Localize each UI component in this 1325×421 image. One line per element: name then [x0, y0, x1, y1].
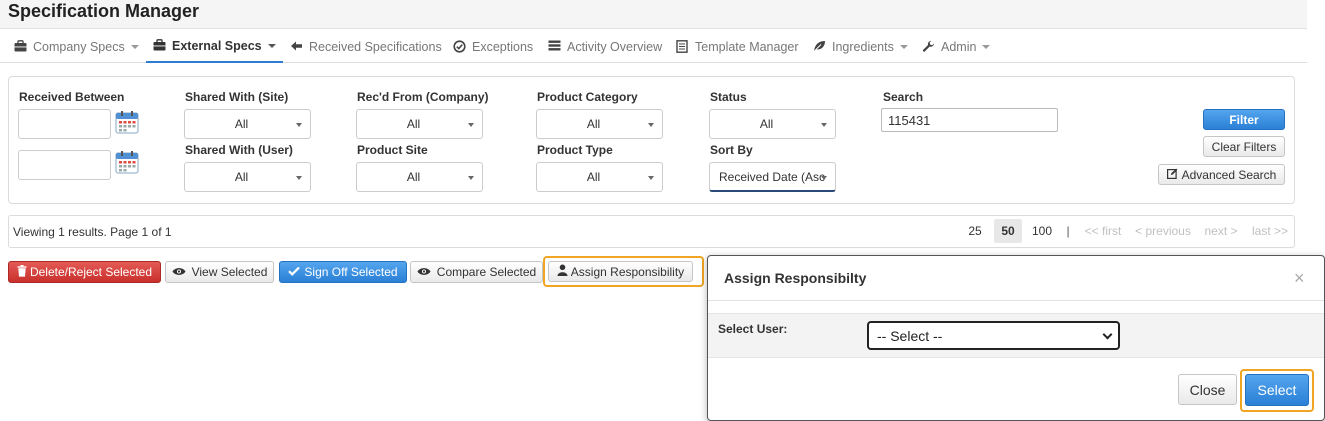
delete-reject-selected-button[interactable]: Delete/Reject Selected: [8, 261, 161, 283]
select-button[interactable]: Select: [1245, 374, 1309, 406]
search-input[interactable]: [881, 108, 1058, 132]
next-page-link[interactable]: next >: [1202, 219, 1240, 243]
briefcase-icon: [14, 40, 27, 53]
sign-off-selected-button[interactable]: Sign Off Selected: [279, 261, 407, 283]
view-label: View Selected: [191, 265, 268, 279]
checkmark-icon: [288, 265, 301, 279]
product-category-value: All: [586, 117, 601, 131]
date-to-input[interactable]: [18, 150, 111, 180]
nav-external-specs[interactable]: External Specs: [146, 30, 283, 63]
page-title: Specification Manager: [8, 1, 200, 21]
select-user-dropdown[interactable]: -- Select --: [867, 321, 1120, 350]
last-page-link[interactable]: last >>: [1249, 219, 1291, 243]
page-size-25[interactable]: 25: [962, 219, 988, 243]
results-summary: Viewing 1 results. Page 1 of 1: [13, 225, 172, 239]
product-type-select[interactable]: All: [536, 162, 663, 192]
close-button[interactable]: Close: [1178, 374, 1237, 405]
pager-separator: |: [1066, 224, 1070, 238]
user-icon: [557, 264, 568, 279]
nav-activity-overview[interactable]: Activity Overview: [548, 30, 662, 63]
shared-user-select[interactable]: All: [184, 162, 311, 192]
shared-site-value: All: [234, 117, 249, 131]
product-category-label: Product Category: [537, 90, 638, 104]
shared-user-value: All: [234, 170, 249, 184]
eye-icon: [172, 265, 186, 279]
chevron-down-icon: [267, 43, 276, 48]
nav-label: Received Specifications: [309, 39, 442, 54]
select-user-label: Select User:: [718, 322, 788, 336]
chevron-down-icon: [1102, 329, 1113, 340]
page-size-100[interactable]: 100: [1027, 219, 1057, 243]
recd-from-select[interactable]: All: [356, 109, 483, 139]
search-label: Search: [883, 90, 924, 104]
sort-by-label: Sort By: [710, 143, 753, 157]
product-site-label: Product Site: [357, 143, 428, 157]
shared-user-label: Shared With (User): [185, 143, 293, 157]
nav-received-specifications[interactable]: Received Specifications: [290, 30, 442, 63]
product-site-value: All: [406, 170, 421, 184]
edit-icon: [1166, 168, 1178, 182]
nav-admin[interactable]: Admin: [922, 30, 991, 63]
nav-company-specs[interactable]: Company Specs: [14, 30, 139, 63]
product-type-label: Product Type: [537, 143, 613, 157]
recd-from-label: Rec'd From (Company): [357, 90, 489, 104]
modal-title: Assign Responsibilty: [724, 270, 867, 286]
wrench-icon: [922, 40, 935, 53]
product-type-value: All: [586, 170, 601, 184]
close-icon[interactable]: ×: [1294, 268, 1305, 289]
sign-off-label: Sign Off Selected: [304, 265, 398, 279]
arrow-left-icon: [290, 40, 303, 53]
document-icon: [676, 40, 689, 53]
product-category-select[interactable]: All: [536, 109, 663, 139]
advanced-search-label: Advanced Search: [1181, 167, 1277, 182]
assign-label: Assign Responsibility: [570, 264, 685, 279]
nav-label: Ingredients: [832, 39, 894, 54]
nav-label: Company Specs: [33, 39, 125, 54]
sort-by-select[interactable]: Received Date (Asc: [709, 162, 836, 192]
status-label: Status: [710, 90, 747, 104]
page-size-50[interactable]: 50: [994, 219, 1022, 243]
nav-ingredients[interactable]: Ingredients: [813, 30, 908, 63]
chevron-down-icon: [130, 44, 139, 49]
modal-divider: [708, 300, 1324, 301]
product-site-select[interactable]: All: [356, 162, 483, 192]
recd-from-value: All: [406, 117, 421, 131]
nav-label: Template Manager: [695, 39, 799, 54]
shared-site-select[interactable]: All: [184, 109, 311, 139]
calendar-icon[interactable]: [115, 110, 139, 134]
nav-exceptions[interactable]: Exceptions: [453, 30, 533, 63]
status-select[interactable]: All: [709, 109, 836, 139]
list-icon: [548, 40, 561, 53]
nav-label: Activity Overview: [567, 39, 663, 54]
select-user-value: -- Select --: [877, 327, 943, 344]
nav-template-manager[interactable]: Template Manager: [676, 30, 799, 63]
previous-page-link[interactable]: < previous: [1132, 219, 1194, 243]
calendar-icon[interactable]: [115, 150, 139, 174]
advanced-search-button[interactable]: Advanced Search: [1158, 164, 1285, 185]
clear-filters-button[interactable]: Clear Filters: [1203, 136, 1285, 157]
status-value: All: [759, 117, 774, 131]
chevron-down-icon: [899, 44, 908, 49]
eye-icon: [417, 265, 431, 279]
delete-label: Delete/Reject Selected: [29, 265, 153, 279]
date-from-input[interactable]: [18, 109, 111, 139]
chevron-down-icon: [982, 44, 991, 49]
shared-site-label: Shared With (Site): [185, 90, 289, 104]
compare-label: Compare Selected: [436, 265, 537, 279]
nav-label: External Specs: [172, 38, 262, 53]
briefcase-icon: [153, 39, 166, 52]
trash-icon: [17, 264, 27, 280]
received-between-label: Received Between: [19, 90, 125, 104]
compare-selected-button[interactable]: Compare Selected: [410, 261, 543, 283]
sort-by-value: Received Date (Asc: [719, 169, 826, 184]
view-selected-button[interactable]: View Selected: [165, 261, 274, 283]
nav-label: Exceptions: [472, 39, 534, 54]
leaf-icon: [813, 40, 826, 53]
filter-button[interactable]: Filter: [1203, 109, 1285, 130]
main-nav: Company Specs External Specs Received Sp…: [0, 30, 1307, 63]
assign-responsibility-button[interactable]: Assign Responsibility: [548, 261, 693, 282]
check-circle-icon: [453, 40, 466, 53]
nav-label: Admin: [941, 39, 977, 54]
first-page-link[interactable]: << first: [1081, 219, 1125, 243]
